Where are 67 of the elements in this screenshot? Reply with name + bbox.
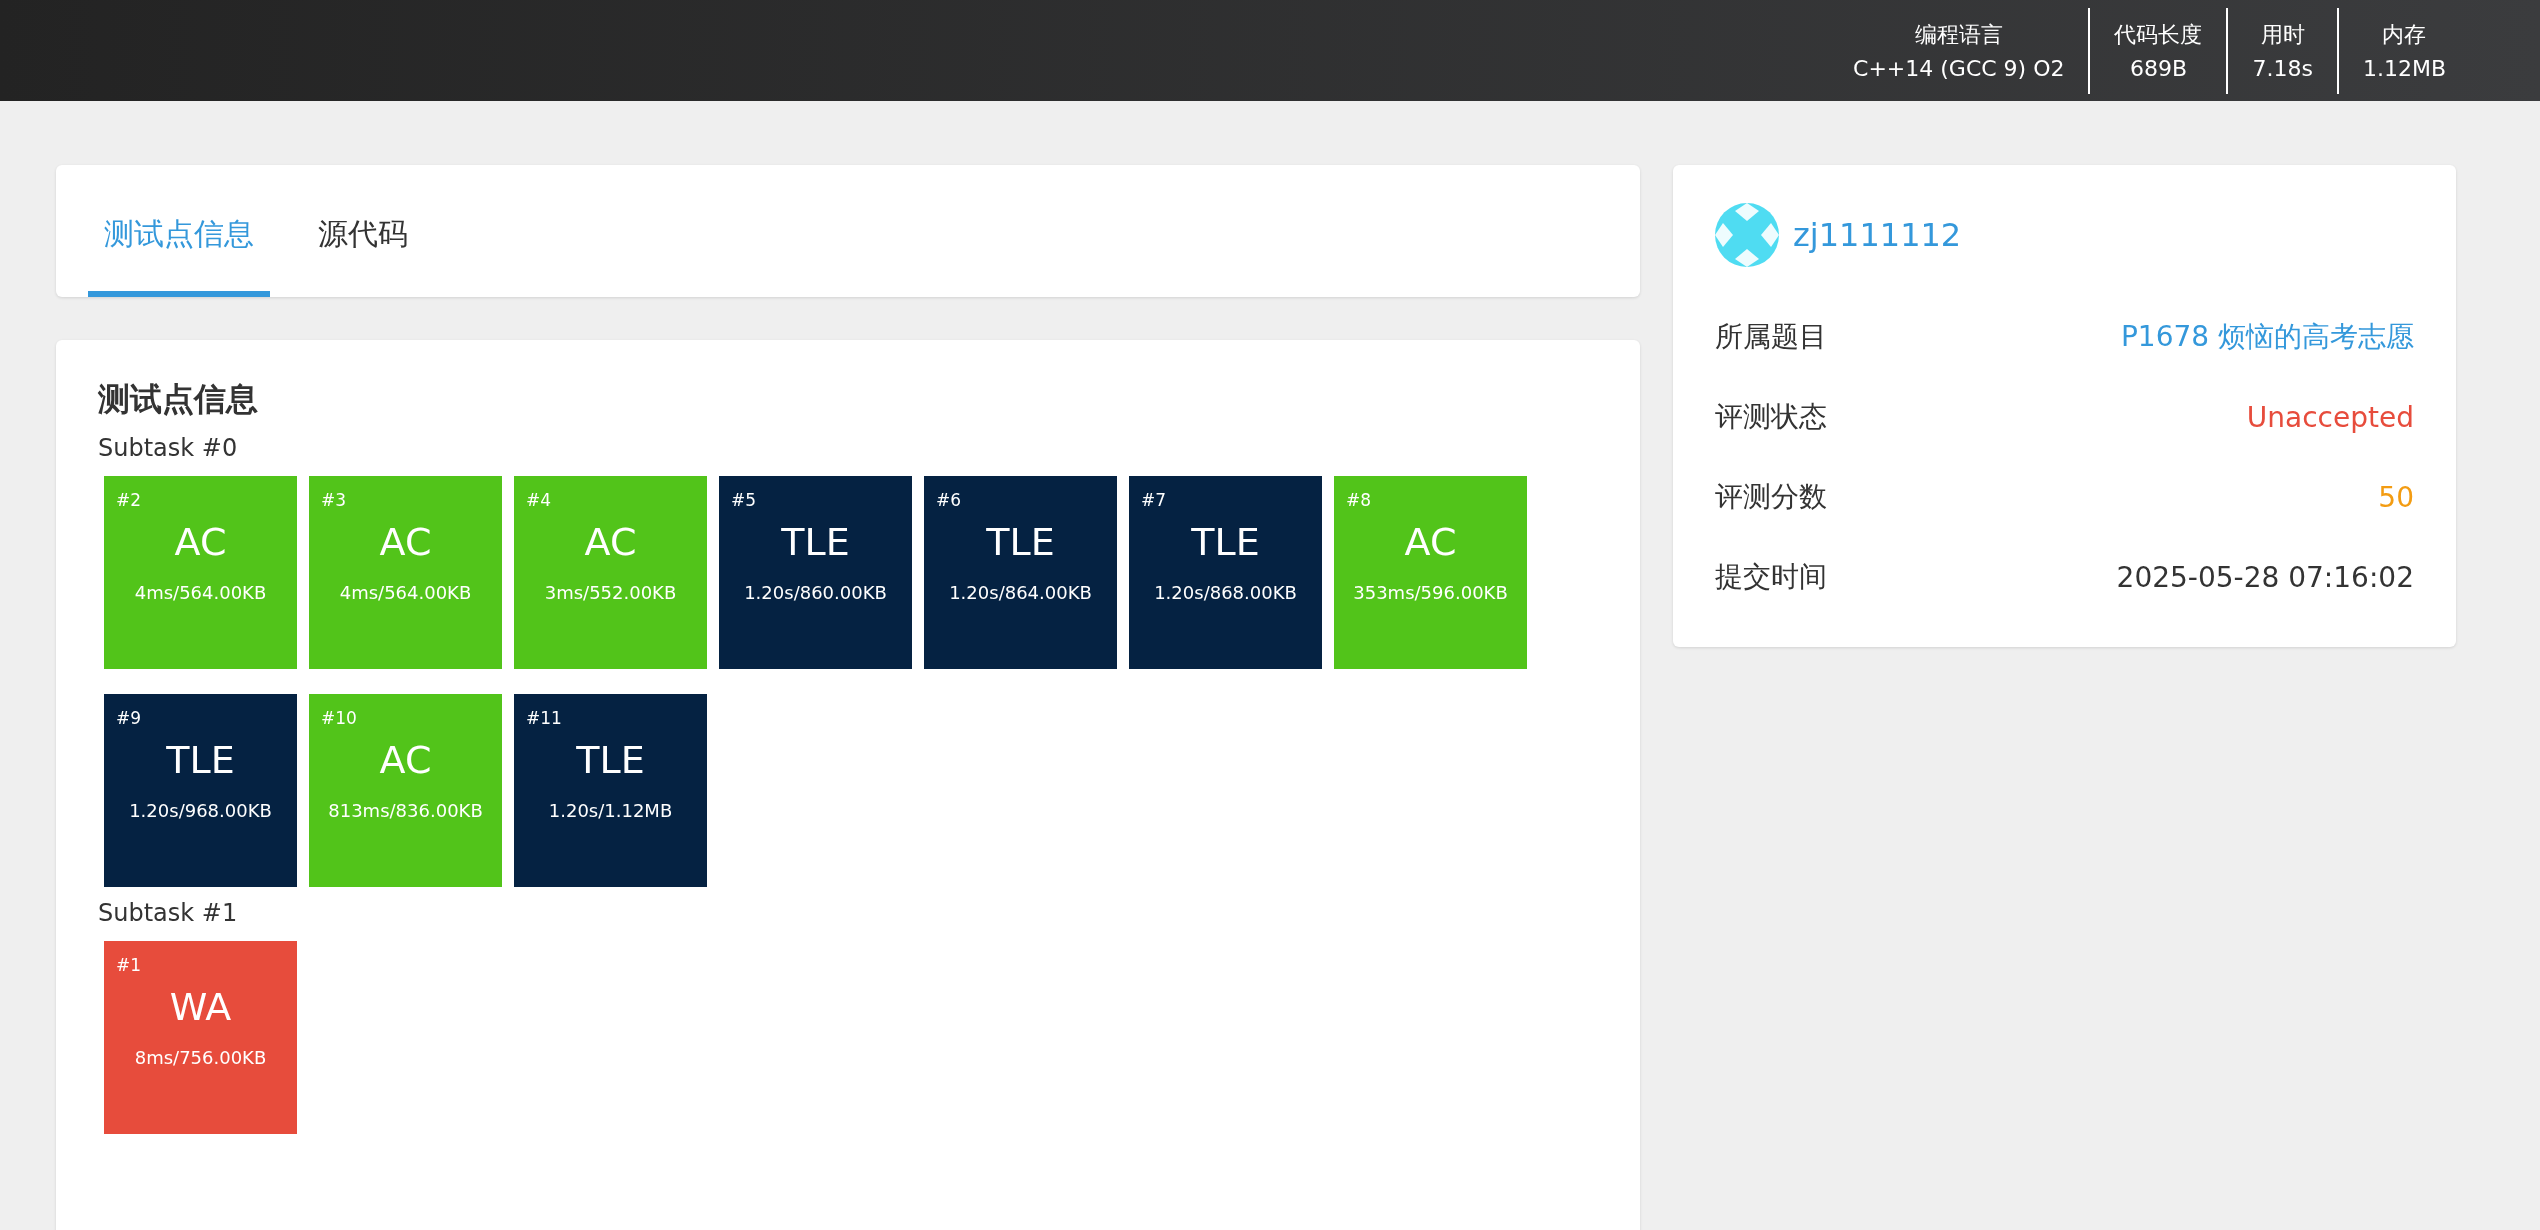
testcase-number: #9 (116, 708, 142, 728)
testcase-number: #3 (321, 490, 347, 510)
testcase-number: #6 (936, 490, 962, 510)
testcase-tile[interactable]: #10 AC 813ms/836.00KB (309, 694, 502, 887)
info-label: 评测状态 (1715, 399, 1827, 435)
testcase-tile[interactable]: #11 TLE 1.20s/1.12MB (514, 694, 707, 887)
stat-value: 689B (2129, 56, 2188, 81)
subtask-label: Subtask #0 (98, 434, 239, 462)
testcase-number: #10 (321, 708, 357, 728)
testcase-status: AC (379, 738, 432, 782)
info-label: 提交时间 (1715, 559, 1827, 595)
testcase-status: AC (1404, 520, 1457, 564)
info-label: 所属题目 (1715, 319, 1827, 355)
testcase-tile[interactable]: #1 WA 8ms/756.00KB (104, 941, 297, 1134)
testcase-tile[interactable]: #2 AC 4ms/564.00KB (104, 476, 297, 669)
info-value: 2025-05-28 07:16:02 (2116, 560, 2414, 594)
testcase-status: WA (169, 985, 232, 1029)
testcase-tile[interactable]: #6 TLE 1.20s/864.00KB (924, 476, 1117, 669)
testcase-usage: 1.20s/1.12MB (548, 800, 673, 821)
testcase-usage: 3ms/552.00KB (544, 582, 677, 603)
stat-value: C++14 (GCC 9) O2 (1853, 56, 2065, 81)
stat-label: 内存 (2382, 21, 2427, 49)
username-link[interactable]: zj1111112 (1793, 216, 1962, 254)
info-label: 评测分数 (1715, 479, 1827, 515)
avatar-icon[interactable] (1715, 203, 1779, 267)
testcase-usage: 4ms/564.00KB (134, 582, 267, 603)
stat-label: 代码长度 (2114, 21, 2203, 49)
testcase-usage: 813ms/836.00KB (328, 800, 483, 821)
subtask-label: Subtask #1 (98, 899, 239, 927)
stat-value: 7.18s (2252, 56, 2313, 81)
testcase-number: #8 (1346, 490, 1372, 510)
testcase-status: TLE (576, 738, 645, 782)
testcase-status: TLE (166, 738, 235, 782)
testcase-usage: 1.20s/864.00KB (949, 582, 1092, 603)
info-value: 50 (2378, 480, 2414, 514)
problem-link[interactable]: P1678 烦恼的高考志愿 (2120, 318, 2414, 356)
testcase-status: AC (379, 520, 432, 564)
testcase-tile[interactable]: #3 AC 4ms/564.00KB (309, 476, 502, 669)
testcase-status: AC (584, 520, 637, 564)
testcase-status: TLE (1191, 520, 1260, 564)
testcase-number: #7 (1141, 490, 1167, 510)
testcase-tile[interactable]: #7 TLE 1.20s/868.00KB (1129, 476, 1322, 669)
testcase-status: TLE (781, 520, 850, 564)
testcase-number: #1 (116, 955, 142, 975)
testcase-number: #11 (526, 708, 562, 728)
tab[interactable]: 测试点信息 (88, 214, 270, 297)
testcase-number: #5 (731, 490, 757, 510)
testcase-status: AC (174, 520, 227, 564)
stat-label: 用时 (2260, 21, 2305, 49)
testcase-tile[interactable]: #4 AC 3ms/552.00KB (514, 476, 707, 669)
testcase-usage: 1.20s/860.00KB (744, 582, 887, 603)
testcase-number: #2 (116, 490, 142, 510)
testcase-number: #4 (526, 490, 552, 510)
testcase-usage: 1.20s/968.00KB (129, 800, 272, 821)
testcase-tile[interactable]: #9 TLE 1.20s/968.00KB (104, 694, 297, 887)
testcase-tile[interactable]: #8 AC 353ms/596.00KB (1334, 476, 1527, 669)
testcase-usage: 353ms/596.00KB (1353, 582, 1508, 603)
testcase-status: TLE (986, 520, 1055, 564)
section-title: 测试点信息 (98, 379, 259, 420)
testcase-usage: 4ms/564.00KB (339, 582, 472, 603)
testcase-tile[interactable]: #5 TLE 1.20s/860.00KB (719, 476, 912, 669)
stat-label: 编程语言 (1914, 21, 2003, 49)
stat-value: 1.12MB (2362, 56, 2446, 81)
testcase-usage: 8ms/756.00KB (134, 1047, 267, 1068)
info-value: Unaccepted (2246, 400, 2414, 434)
tab[interactable]: 源代码 (302, 214, 424, 297)
testcase-usage: 1.20s/868.00KB (1154, 582, 1297, 603)
